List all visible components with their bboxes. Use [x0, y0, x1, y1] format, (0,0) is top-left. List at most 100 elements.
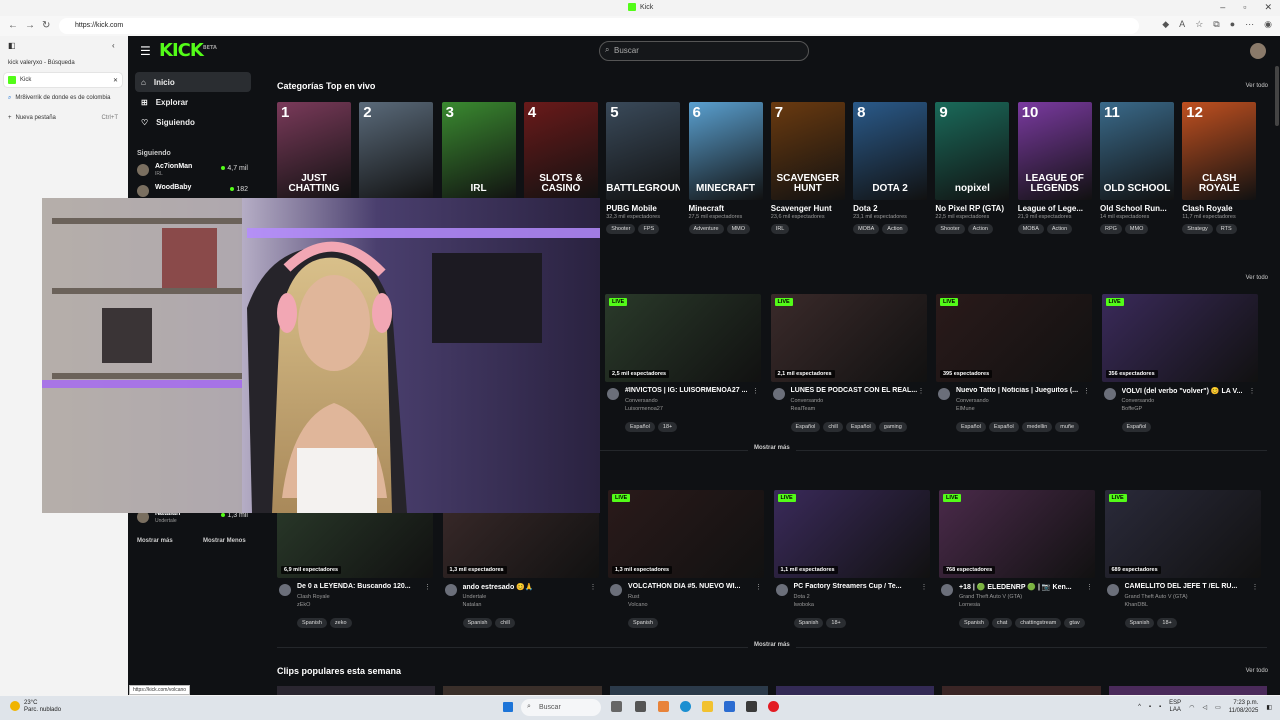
channel-name[interactable]: Lornesia	[959, 602, 980, 608]
clip-thumbnail[interactable]	[609, 686, 768, 695]
category-thumbnail[interactable]: 12 CLASH ROYALE	[1182, 102, 1257, 200]
category-thumbnail[interactable]: 7 SCAVENGER HUNT	[770, 102, 845, 200]
tag[interactable]: RTS	[1215, 224, 1237, 234]
category-name[interactable]: PUBG Mobile	[606, 204, 680, 213]
tag[interactable]: gtav	[1064, 618, 1085, 628]
clip-thumbnail[interactable]	[277, 686, 436, 695]
more-options-icon[interactable]: ⋮	[1249, 387, 1256, 395]
tab-actions-icon[interactable]: ◧	[8, 41, 16, 50]
category-thumbnail[interactable]: 5 BATTLEGROUNDS	[606, 102, 681, 200]
stream-category[interactable]: Clash Royale	[297, 594, 330, 600]
category-thumbnail[interactable]: 9 nopixel	[935, 102, 1010, 200]
scrollbar-thumb[interactable]	[1275, 66, 1279, 126]
tray-app-icon[interactable]: ▪	[1149, 704, 1151, 710]
stream-card[interactable]: LIVE 2,1 mil espectadores LUNES DE PODCAST…	[770, 294, 927, 432]
tag[interactable]: Action	[882, 224, 908, 234]
terminal-icon[interactable]	[746, 701, 757, 712]
battery-icon[interactable]: ▭	[1215, 704, 1221, 711]
tag[interactable]: Spanish	[297, 618, 327, 628]
stream-title[interactable]: De 0 a LEYENDA: Buscando 120...	[297, 583, 425, 590]
more-options-icon[interactable]: ⋮	[1252, 583, 1259, 591]
profile-icon[interactable]: ●	[1230, 19, 1235, 30]
stream-title[interactable]: VOLCATHON DÍA #5. NUEVO WI...	[628, 583, 756, 590]
maximize-icon[interactable]: ▫	[1243, 2, 1246, 13]
channel-name[interactable]: RealTeam	[791, 406, 816, 412]
tag[interactable]: IRL	[770, 224, 790, 234]
tag[interactable]: Strategy	[1182, 224, 1213, 234]
refresh-icon[interactable]: ↻	[42, 20, 50, 31]
tag[interactable]: Spanish	[628, 618, 658, 628]
tag[interactable]: MOBA	[1017, 224, 1044, 234]
scrollbar[interactable]	[1274, 36, 1280, 695]
file-explorer-icon[interactable]	[702, 701, 713, 712]
tag[interactable]: gaming	[878, 422, 907, 432]
clip-thumbnail[interactable]	[942, 686, 1101, 695]
clip-thumbnail[interactable]	[1108, 686, 1267, 695]
more-options-icon[interactable]: ⋮	[1086, 583, 1093, 591]
category-thumbnail[interactable]: 11 OLD SCHOOL	[1100, 102, 1174, 200]
widgets-icon[interactable]	[635, 701, 646, 712]
tag[interactable]: Action	[967, 224, 993, 234]
category-name[interactable]: League of Lege...	[1018, 204, 1092, 213]
tag[interactable]: medellin	[1021, 422, 1053, 432]
favorite-star-icon[interactable]: ☆	[1195, 19, 1203, 30]
stream-title[interactable]: PC Factory Streamers Cup / Te...	[794, 583, 922, 590]
channel-avatar[interactable]	[444, 584, 457, 596]
tag[interactable]: chill	[495, 618, 515, 628]
tab-kick[interactable]: Kick ✕	[4, 73, 122, 87]
user-avatar[interactable]	[1250, 43, 1266, 59]
stream-category[interactable]: Conversando	[1122, 398, 1155, 404]
category-card[interactable]: 9 nopixel No Pixel RP (GTA) 22,5 mil espect…	[935, 102, 1010, 234]
nav-siguiendo[interactable]: ♡ Siguiendo	[135, 112, 251, 132]
channel-avatar[interactable]	[607, 388, 619, 400]
stream-thumbnail[interactable]: LIVE 2,5 mil espectadores	[605, 294, 761, 382]
stream-category[interactable]: Dota 2	[794, 594, 810, 600]
stream-category[interactable]: Conversando	[625, 398, 658, 404]
stream-title[interactable]: CAMELLITO DEL JEFE T /EL RU...	[1125, 583, 1253, 590]
category-thumbnail[interactable]: 8 DOTA 2	[853, 102, 928, 200]
clock[interactable]: 7:23 p.m. 11/08/2025	[1229, 699, 1259, 715]
channel-avatar[interactable]	[938, 388, 950, 400]
channel-name[interactable]: Natalan	[463, 602, 482, 608]
channel-name[interactable]: Iwoboka	[794, 602, 815, 608]
tag[interactable]: Spanish	[1124, 618, 1155, 628]
see-all-link[interactable]: Ver todo	[1246, 275, 1268, 281]
store-icon[interactable]	[724, 701, 735, 712]
tray-chevron-icon[interactable]: ^	[1138, 704, 1141, 710]
volume-icon[interactable]: ◁	[1202, 704, 1207, 711]
category-card[interactable]: 2	[359, 102, 434, 208]
channel-name[interactable]: ElMune	[956, 406, 975, 412]
stream-thumbnail[interactable]: LIVE 689 espectadores	[1104, 490, 1261, 578]
tag[interactable]: zeko	[329, 618, 352, 628]
stream-card[interactable]: LIVE 2,5 mil espectadores #INVICTOS | IG: …	[605, 294, 761, 432]
weather-widget[interactable]: 23°C Parc. nublado	[10, 700, 61, 714]
stream-card[interactable]: LIVE 1,1 mil espectadores PC Factory Strea…	[773, 490, 930, 628]
copilot-app-icon[interactable]	[658, 701, 669, 712]
stream-card[interactable]: LIVE 356 espectadores VOLVI (del verbo "vo…	[1101, 294, 1258, 432]
tag[interactable]: Español	[845, 422, 876, 432]
stream-category[interactable]: Conversando	[956, 398, 989, 404]
more-icon[interactable]: ⋯	[1245, 19, 1254, 30]
new-tab-button[interactable]: + Nueva pestaña Ctrl+T	[4, 111, 122, 125]
tag[interactable]: MMO	[726, 224, 751, 234]
read-aloud-icon[interactable]: A	[1179, 19, 1185, 30]
show-more-button[interactable]: Mostrar más	[137, 538, 173, 544]
category-name[interactable]: Scavenger Hunt	[771, 204, 845, 213]
following-item[interactable]: Ac7ionMan IRL 4,7 mil	[137, 162, 251, 178]
edge-icon[interactable]	[680, 701, 691, 712]
category-name[interactable]: Dota 2	[853, 204, 927, 213]
picture-in-picture-video[interactable]	[42, 198, 600, 513]
channel-avatar[interactable]	[772, 388, 785, 400]
kick-logo[interactable]: KICKBETA	[159, 40, 217, 61]
clip-thumbnail[interactable]	[775, 686, 935, 695]
tag[interactable]: RPG	[1100, 224, 1122, 234]
stream-thumbnail[interactable]: LIVE 768 espectadores	[939, 490, 1095, 578]
tag[interactable]: Action	[1046, 224, 1073, 234]
tag[interactable]: MOBA	[853, 224, 880, 234]
stream-thumbnail[interactable]: LIVE 395 espectadores	[936, 294, 1092, 382]
collapse-tabs-icon[interactable]: ‹	[112, 41, 115, 50]
stream-category[interactable]: Grand Theft Auto V (GTA)	[959, 594, 1022, 600]
tray-app-icon[interactable]: ▪	[1159, 704, 1161, 710]
tag[interactable]: Spanish	[793, 618, 824, 628]
category-thumbnail[interactable]: 2	[359, 102, 434, 200]
